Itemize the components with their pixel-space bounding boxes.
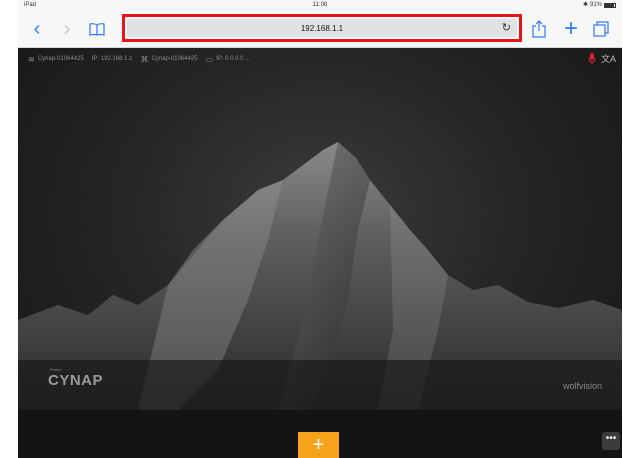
lan-ip: ▭ IP: 0.0.0.0 ... bbox=[206, 55, 251, 64]
wifi-info: ≋ Cynap-01064425 bbox=[28, 55, 84, 64]
lan-ip-text: IP: 0.0.0.0 ... bbox=[216, 56, 251, 62]
microphone-icon[interactable] bbox=[588, 53, 596, 65]
lan-name: Cynap-01064425 bbox=[151, 56, 198, 62]
network-icon: ⌘ bbox=[140, 54, 149, 64]
connection-info-bar: ≋ Cynap-01064425 IP: 192.168.1.1 ⌘ Cynap… bbox=[18, 48, 622, 70]
language-icon[interactable]: 文A bbox=[601, 52, 616, 65]
wifi-name: Cynap-01064425 bbox=[37, 56, 84, 62]
bottom-bar: + ••• bbox=[18, 410, 622, 458]
reload-icon[interactable]: ↻ bbox=[502, 21, 511, 34]
wifi-icon: ≋ bbox=[28, 54, 35, 64]
wifi-ip-text: IP: 192.168.1.1 bbox=[91, 56, 133, 62]
battery-percent: 91% bbox=[589, 2, 602, 8]
back-icon[interactable]: ‹ bbox=[26, 16, 48, 42]
more-button[interactable]: ••• bbox=[602, 432, 620, 450]
lan-info: ⌘ Cynap-01064425 bbox=[140, 55, 197, 64]
ipad-screen: iPad 11:08 ✱ 91% ‹ › 192.168.1.1 ↻ + ≋ C… bbox=[18, 0, 622, 458]
add-source-button[interactable]: + bbox=[298, 432, 339, 458]
cynap-logo: CYNAP bbox=[48, 372, 104, 389]
battery-icon bbox=[604, 2, 616, 8]
mountain-background bbox=[18, 142, 622, 410]
forward-icon[interactable]: › bbox=[56, 16, 78, 42]
cynap-app: ≋ Cynap-01064425 IP: 192.168.1.1 ⌘ Cynap… bbox=[18, 48, 622, 458]
address-bar-highlight: 192.168.1.1 ↻ bbox=[122, 14, 522, 42]
wolfvision-logo: wolfvision bbox=[562, 381, 602, 391]
bookmarks-icon[interactable] bbox=[86, 16, 108, 42]
browser-toolbar: ‹ › 192.168.1.1 ↻ + bbox=[18, 10, 622, 48]
wifi-ip: IP: 192.168.1.1 bbox=[92, 56, 133, 62]
tabs-icon[interactable] bbox=[590, 16, 612, 42]
clock: 11:08 bbox=[312, 2, 328, 8]
bluetooth-icon: ✱ bbox=[582, 2, 588, 8]
address-field[interactable]: 192.168.1.1 ↻ bbox=[127, 19, 517, 37]
status-bar: iPad 11:08 ✱ 91% bbox=[18, 0, 622, 10]
battery-status: ✱ 91% bbox=[583, 0, 616, 10]
monitor-icon: ▭ bbox=[205, 54, 214, 64]
address-text: 192.168.1.1 bbox=[300, 23, 344, 33]
new-tab-icon[interactable]: + bbox=[560, 16, 582, 42]
share-icon[interactable] bbox=[528, 16, 550, 42]
